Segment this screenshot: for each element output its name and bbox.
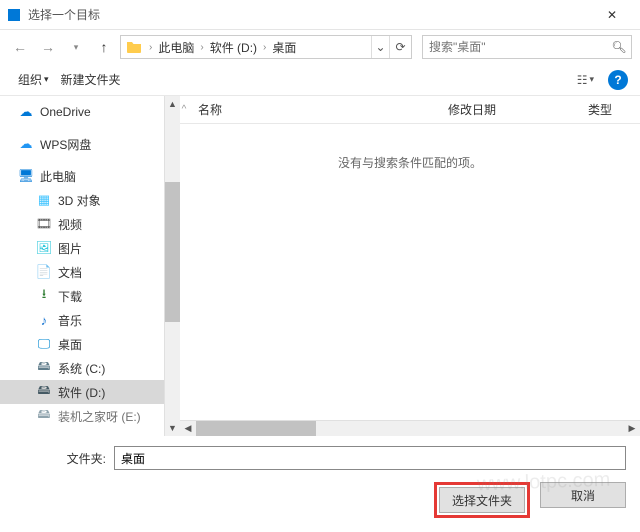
- sidebar-item-3d[interactable]: ▦3D 对象: [0, 188, 164, 212]
- sidebar-item-videos[interactable]: 🎞视频: [0, 212, 164, 236]
- select-folder-button[interactable]: 选择文件夹: [439, 487, 525, 513]
- highlight-box: 选择文件夹: [434, 482, 530, 518]
- folder-name-row: 文件夹:: [0, 436, 640, 476]
- navigation-row: ← → ▾ ↑ › 此电脑 › 软件 (D:) › 桌面 ⌄ ⟳ 🔍︎: [0, 30, 640, 64]
- music-icon: ♪: [36, 312, 52, 328]
- title-bar: 选择一个目标 ✕: [0, 0, 640, 30]
- download-icon: ⭳: [36, 288, 52, 304]
- organize-button[interactable]: 组织▾: [12, 67, 55, 92]
- folder-label: 文件夹:: [14, 450, 114, 467]
- chevron-right-icon[interactable]: ›: [261, 42, 268, 53]
- search-box[interactable]: 🔍︎: [422, 35, 632, 59]
- column-headers: ^ 名称 修改日期 类型: [180, 96, 640, 124]
- cloud-icon: ☁: [18, 136, 34, 152]
- sidebar: ☁OneDrive ☁WPS网盘 🖥此电脑 ▦3D 对象 🎞视频 🖼图片 📄文档…: [0, 96, 164, 436]
- sidebar-item-onedrive[interactable]: ☁OneDrive: [0, 100, 164, 124]
- search-icon[interactable]: 🔍︎: [607, 40, 631, 54]
- column-modified[interactable]: 修改日期: [438, 101, 578, 118]
- sidebar-item-downloads[interactable]: ⭳下载: [0, 284, 164, 308]
- resize-grip-icon[interactable]: ^: [180, 104, 188, 115]
- sidebar-scrollbar[interactable]: ▲ ▼: [164, 96, 180, 436]
- empty-message: 没有与搜索条件匹配的项。: [180, 124, 640, 420]
- help-button[interactable]: ?: [608, 70, 628, 90]
- picture-icon: 🖼: [36, 240, 52, 256]
- sidebar-item-sysdrive[interactable]: 🖴系统 (C:): [0, 356, 164, 380]
- up-button[interactable]: ↑: [92, 35, 116, 59]
- sidebar-item-thispc[interactable]: 🖥此电脑: [0, 164, 164, 188]
- sidebar-item-desktop[interactable]: 🖵桌面: [0, 332, 164, 356]
- cloud-icon: ☁: [18, 104, 34, 120]
- folder-icon: [125, 38, 143, 56]
- chevron-down-icon: ▾: [44, 74, 49, 85]
- horizontal-scrollbar[interactable]: ◀ ▶: [180, 420, 640, 436]
- back-button[interactable]: ←: [8, 35, 32, 59]
- drive-icon: 🖴: [36, 408, 52, 424]
- monitor-icon: 🖥: [18, 168, 34, 184]
- chevron-right-icon[interactable]: ›: [147, 42, 154, 53]
- chevron-down-icon: ▾: [589, 74, 594, 85]
- sidebar-item-pictures[interactable]: 🖼图片: [0, 236, 164, 260]
- file-list-pane: ^ 名称 修改日期 类型 没有与搜索条件匹配的项。 ◀ ▶: [180, 96, 640, 436]
- window-title: 选择一个目标: [28, 6, 100, 23]
- breadcrumb-drive[interactable]: 软件 (D:): [206, 36, 261, 58]
- toolbar: 组织▾ 新建文件夹 ☷▾ ?: [0, 64, 640, 96]
- scroll-down-icon[interactable]: ▼: [165, 420, 180, 436]
- cube-icon: ▦: [36, 192, 52, 208]
- forward-button[interactable]: →: [36, 35, 60, 59]
- cancel-button[interactable]: 取消: [540, 482, 626, 508]
- column-name[interactable]: 名称: [188, 101, 438, 118]
- document-icon: 📄: [36, 264, 52, 280]
- window-controls: ✕: [552, 8, 632, 22]
- minimize-button[interactable]: [552, 8, 592, 22]
- sidebar-item-swdrive[interactable]: 🖴软件 (D:): [0, 380, 164, 404]
- address-bar[interactable]: › 此电脑 › 软件 (D:) › 桌面 ⌄ ⟳: [120, 35, 412, 59]
- address-dropdown[interactable]: ⌄: [371, 36, 389, 58]
- refresh-button[interactable]: ⟳: [389, 36, 411, 58]
- close-button[interactable]: ✕: [592, 8, 632, 22]
- window-icon: [8, 9, 20, 21]
- search-input[interactable]: [423, 40, 607, 54]
- sidebar-item-otherdrive[interactable]: 🖴装机之家呀 (E:): [0, 404, 164, 428]
- desktop-icon: 🖵: [36, 336, 52, 352]
- main-area: ☁OneDrive ☁WPS网盘 🖥此电脑 ▦3D 对象 🎞视频 🖼图片 📄文档…: [0, 96, 640, 436]
- video-icon: 🎞: [36, 216, 52, 232]
- folder-input[interactable]: [114, 446, 626, 470]
- scroll-up-icon[interactable]: ▲: [165, 96, 180, 112]
- recent-dropdown[interactable]: ▾: [64, 35, 88, 59]
- scroll-right-icon[interactable]: ▶: [624, 421, 640, 436]
- column-type[interactable]: 类型: [578, 101, 640, 118]
- sidebar-item-wps[interactable]: ☁WPS网盘: [0, 132, 164, 156]
- new-folder-button[interactable]: 新建文件夹: [55, 67, 127, 92]
- scrollbar-thumb[interactable]: [196, 421, 316, 436]
- sidebar-item-music[interactable]: ♪音乐: [0, 308, 164, 332]
- drive-icon: 🖴: [36, 360, 52, 376]
- chevron-right-icon[interactable]: ›: [198, 42, 205, 53]
- scrollbar-thumb[interactable]: [165, 182, 180, 322]
- drive-icon: 🖴: [36, 384, 52, 400]
- breadcrumb-root[interactable]: 此电脑: [154, 36, 198, 58]
- sidebar-item-documents[interactable]: 📄文档: [0, 260, 164, 284]
- scroll-left-icon[interactable]: ◀: [180, 421, 196, 436]
- breadcrumb-folder[interactable]: 桌面: [268, 36, 300, 58]
- view-options-button[interactable]: ☷▾: [571, 71, 600, 89]
